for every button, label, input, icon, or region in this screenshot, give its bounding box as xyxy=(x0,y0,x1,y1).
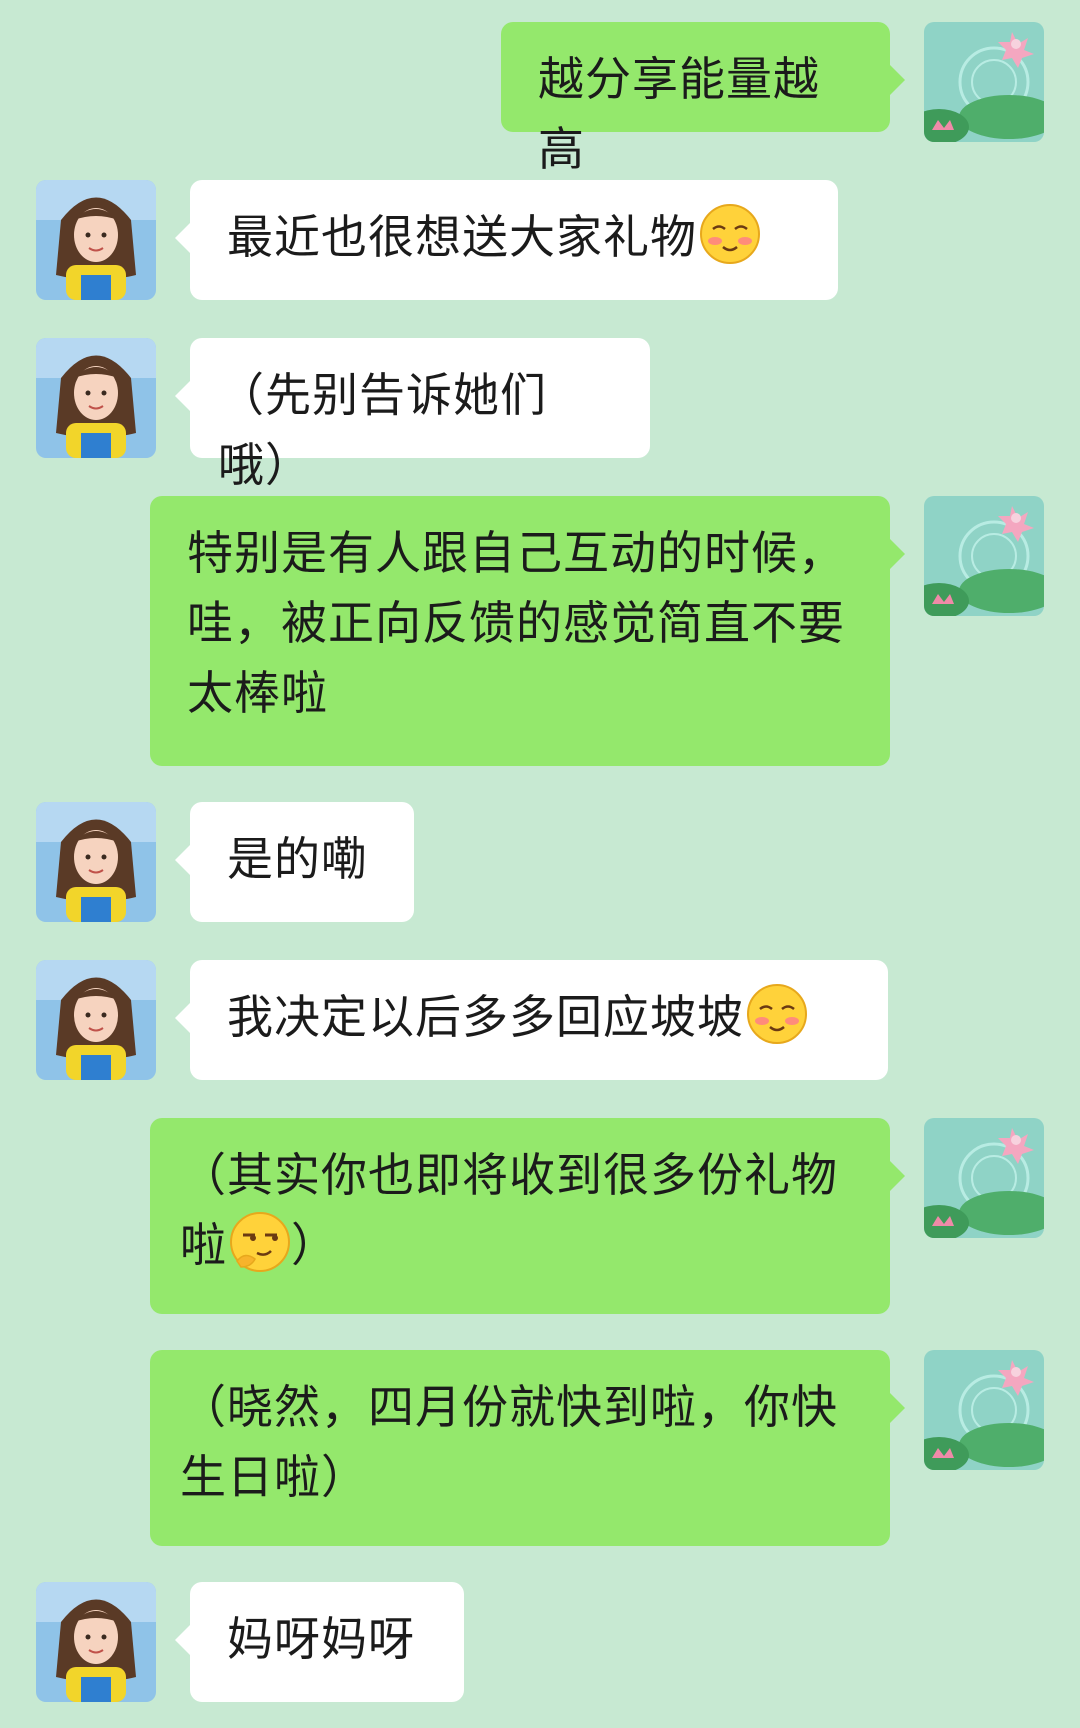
lotus-avatar-icon xyxy=(924,1350,1044,1470)
girl-avatar-icon xyxy=(36,802,156,922)
contact-avatar[interactable] xyxy=(36,802,156,922)
my-avatar[interactable] xyxy=(924,496,1044,616)
message-bubble-incoming[interactable]: 最近也很想送大家礼物 xyxy=(175,180,838,300)
shy-smile-emoji-icon xyxy=(699,203,761,265)
message-text: 是的嘞 xyxy=(227,832,368,886)
my-avatar[interactable] xyxy=(924,1350,1044,1470)
message-text: （先别告诉她们哦） xyxy=(218,368,547,492)
message-text-tail: ） xyxy=(291,1218,338,1272)
contact-avatar[interactable] xyxy=(36,1582,156,1702)
message-bubble-outgoing[interactable]: （晓然，四月份就快到啦，你快生日啦） xyxy=(150,1350,905,1546)
message-bubble-outgoing[interactable]: 特别是有人跟自己互动的时候，哇，被正向反馈的感觉简直不要太棒啦 xyxy=(150,496,905,766)
lotus-avatar-icon xyxy=(924,22,1044,142)
my-avatar[interactable] xyxy=(924,22,1044,142)
my-avatar[interactable] xyxy=(924,1118,1044,1238)
message-text: 越分享能量越高 xyxy=(538,52,820,176)
contact-avatar[interactable] xyxy=(36,180,156,300)
smirk-emoji-icon xyxy=(229,1211,291,1273)
shy-smile-emoji-icon xyxy=(746,983,808,1045)
message-text: 最近也很想送大家礼物 xyxy=(227,210,697,264)
girl-avatar-icon xyxy=(36,338,156,458)
message-bubble-incoming[interactable]: 妈呀妈呀 xyxy=(175,1582,464,1702)
lotus-avatar-icon xyxy=(924,1118,1044,1238)
girl-avatar-icon xyxy=(36,1582,156,1702)
contact-avatar[interactable] xyxy=(36,960,156,1080)
message-bubble-outgoing[interactable]: 越分享能量越高 xyxy=(501,22,905,176)
lotus-avatar-icon xyxy=(924,496,1044,616)
message-bubble-incoming[interactable]: 我决定以后多多回应坡坡 xyxy=(175,960,888,1080)
message-text: 妈呀妈呀 xyxy=(227,1612,415,1666)
message-bubble-outgoing[interactable]: （其实你也即将收到很多份礼物啦） xyxy=(150,1118,905,1314)
message-text: 我决定以后多多回应坡坡 xyxy=(227,990,744,1044)
girl-avatar-icon xyxy=(36,960,156,1080)
contact-avatar[interactable] xyxy=(36,338,156,458)
girl-avatar-icon xyxy=(36,180,156,300)
message-text: 特别是有人跟自己互动的时候，哇，被正向反馈的感觉简直不要太棒啦 xyxy=(187,526,845,720)
message-bubble-incoming[interactable]: （先别告诉她们哦） xyxy=(175,338,650,492)
message-text: （晓然，四月份就快到啦，你快生日啦） xyxy=(180,1380,838,1504)
message-bubble-incoming[interactable]: 是的嘞 xyxy=(175,802,414,922)
